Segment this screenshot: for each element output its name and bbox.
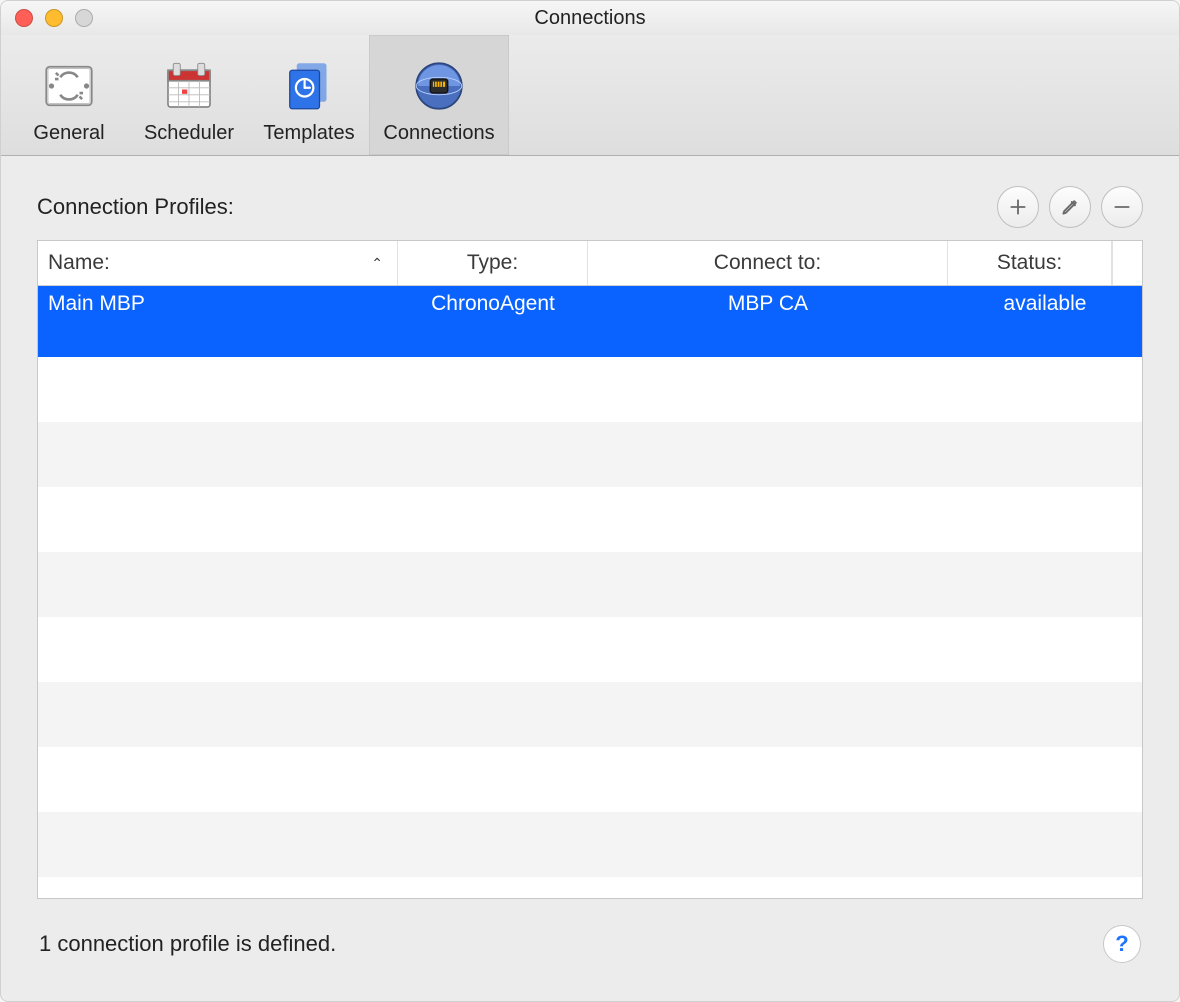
preferences-toolbar: General: [1, 35, 1179, 156]
column-header-type[interactable]: Type:: [398, 241, 588, 285]
tab-general[interactable]: General: [9, 35, 129, 155]
window-controls: [15, 9, 93, 27]
profile-action-buttons: [997, 186, 1143, 228]
tab-connections[interactable]: Connections: [369, 35, 509, 155]
tab-label: Scheduler: [144, 122, 234, 145]
table-row-empty: [38, 357, 1142, 422]
window-title: Connections: [534, 7, 645, 30]
tab-scheduler[interactable]: Scheduler: [129, 35, 249, 155]
connections-icon: [409, 56, 469, 116]
table-header: Name: ⌃ Type: Connect to: Status:: [38, 241, 1142, 286]
minimize-window-button[interactable]: [45, 9, 63, 27]
table-row-empty: [38, 747, 1142, 812]
remove-profile-button[interactable]: [1101, 186, 1143, 228]
plus-icon: [1008, 197, 1028, 217]
table-row-empty: [38, 422, 1142, 487]
column-header-name[interactable]: Name: ⌃: [38, 241, 398, 285]
footer: 1 connection profile is defined. ?: [37, 919, 1143, 981]
table-row[interactable]: Main MBP ChronoAgent MBP CA available: [38, 286, 1142, 357]
scheduler-icon: [159, 56, 219, 116]
edit-profile-button[interactable]: [1049, 186, 1091, 228]
help-button[interactable]: ?: [1103, 925, 1141, 963]
cell-connect-to: MBP CA: [588, 292, 948, 316]
add-profile-button[interactable]: [997, 186, 1039, 228]
tab-label: General: [33, 122, 104, 145]
cell-name: Main MBP: [38, 292, 398, 316]
tab-label: Templates: [263, 122, 354, 145]
templates-icon: [279, 56, 339, 116]
preferences-window: Connections General: [0, 0, 1180, 1002]
titlebar[interactable]: Connections: [1, 1, 1179, 35]
pencil-icon: [1060, 197, 1080, 217]
close-window-button[interactable]: [15, 9, 33, 27]
table-row-empty: [38, 552, 1142, 617]
tab-label: Connections: [383, 122, 494, 145]
sort-ascending-icon: ⌃: [371, 255, 383, 272]
profiles-table: Name: ⌃ Type: Connect to: Status: Main M…: [37, 240, 1143, 899]
minus-icon: [1112, 197, 1132, 217]
section-title: Connection Profiles:: [37, 194, 234, 220]
cell-type: ChronoAgent: [398, 292, 588, 316]
table-row-empty: [38, 682, 1142, 747]
help-icon: ?: [1115, 931, 1128, 957]
column-header-connect-to[interactable]: Connect to:: [588, 241, 948, 285]
tab-templates[interactable]: Templates: [249, 35, 369, 155]
table-row-empty: [38, 617, 1142, 682]
zoom-window-button: [75, 9, 93, 27]
table-row-empty: [38, 812, 1142, 877]
table-row-empty: [38, 487, 1142, 552]
content-pane: Connection Profiles: Name: ⌃: [1, 156, 1179, 1001]
status-text: 1 connection profile is defined.: [39, 931, 336, 957]
cell-status: available: [948, 292, 1142, 316]
general-icon: [39, 56, 99, 116]
table-body[interactable]: Main MBP ChronoAgent MBP CA available: [38, 286, 1142, 898]
column-scroll-gutter: [1112, 241, 1142, 285]
column-header-status[interactable]: Status:: [948, 241, 1112, 285]
